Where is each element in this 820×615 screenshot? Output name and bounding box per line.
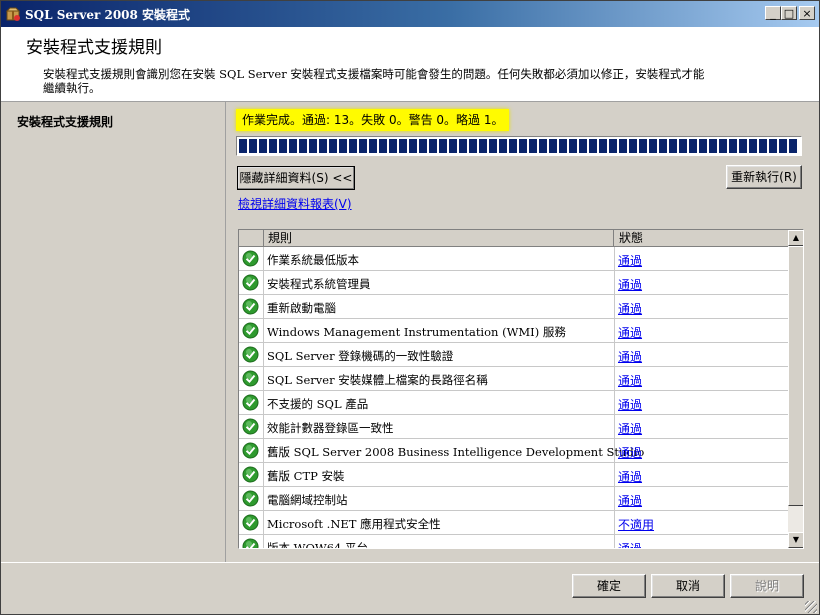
scroll-up-icon[interactable]: ▲ [788, 230, 803, 246]
dialog-footer: 確定 取消 說明 [1, 562, 819, 614]
rule-name: 版本 WOW64 平台 [267, 541, 369, 549]
green-check-icon [242, 394, 259, 411]
rule-name: 舊版 CTP 安裝 [267, 469, 345, 483]
rules-grid: 規則 狀態 作業系統最低版本 通過 安裝程式系統管理員 通過 重新啟動電腦 通過 Windo… [238, 229, 804, 549]
green-check-icon [242, 274, 259, 291]
table-row[interactable]: Microsoft .NET 應用程式安全性 不適用 [239, 511, 788, 535]
page-description: 安裝程式支援規則會識別您在安裝 SQL Server 安裝程式支援檔案時可能會發… [43, 67, 705, 95]
page-header: 安裝程式支援規則 安裝程式支援規則會識別您在安裝 SQL Server 安裝程式… [1, 27, 819, 102]
rule-name: 效能計數器登錄區一致性 [267, 421, 394, 435]
table-row[interactable]: 安裝程式系統管理員 通過 [239, 271, 788, 295]
rerun-button[interactable]: 重新執行(R) [726, 165, 802, 189]
view-detailed-report-link[interactable]: 檢視詳細資料報表(V) [238, 195, 352, 212]
rule-name: 舊版 SQL Server 2008 Business Intelligence… [267, 445, 645, 459]
rule-status-link[interactable]: 通過 [618, 468, 642, 485]
rule-name: Microsoft .NET 應用程式安全性 [267, 517, 441, 531]
green-check-icon [242, 322, 259, 339]
rule-name: SQL Server 登錄機碼的一致性驗證 [267, 349, 454, 363]
green-check-icon [242, 442, 259, 459]
operation-status-text: 作業完成。通過: 13。失敗 0。警告 0。略過 1。 [236, 109, 510, 131]
green-check-icon [242, 514, 259, 531]
help-button[interactable]: 說明 [730, 574, 804, 598]
rule-name: 電腦網域控制站 [267, 493, 348, 507]
setup-window: SQL Server 2008 安裝程式 _ □ × 安裝程式支援規則 安裝程式… [0, 0, 820, 615]
window-title: SQL Server 2008 安裝程式 [25, 8, 191, 22]
rule-status-link[interactable]: 通過 [618, 300, 642, 317]
green-check-icon [242, 346, 259, 363]
rule-status-link[interactable]: 通過 [618, 252, 642, 269]
grid-header: 規則 狀態 [239, 230, 788, 247]
table-row[interactable]: 不支援的 SQL 產品 通過 [239, 391, 788, 415]
table-row[interactable]: 重新啟動電腦 通過 [239, 295, 788, 319]
green-check-icon [242, 490, 259, 507]
table-row[interactable]: 作業系統最低版本 通過 [239, 247, 788, 271]
vertical-scrollbar[interactable]: ▲ ▼ [788, 230, 803, 548]
table-row[interactable]: 電腦網域控制站 通過 [239, 487, 788, 511]
progress-fill [239, 139, 799, 153]
green-check-icon [242, 370, 259, 387]
ok-button[interactable]: 確定 [572, 574, 646, 598]
rule-name: 安裝程式系統管理員 [267, 277, 371, 291]
rule-status-link[interactable]: 通過 [618, 372, 642, 389]
rule-name: 作業系統最低版本 [267, 253, 359, 267]
rule-name: Windows Management Instrumentation (WMI)… [267, 325, 566, 339]
table-row[interactable]: Windows Management Instrumentation (WMI)… [239, 319, 788, 343]
title-bar[interactable]: SQL Server 2008 安裝程式 _ □ × [1, 1, 819, 27]
table-row[interactable]: 版本 WOW64 平台 通過 [239, 535, 788, 549]
table-row[interactable]: SQL Server 登錄機碼的一致性驗證 通過 [239, 343, 788, 367]
green-check-icon [242, 298, 259, 315]
rule-status-link[interactable]: 通過 [618, 540, 642, 548]
green-check-icon [242, 538, 259, 548]
rule-name: 重新啟動電腦 [267, 301, 336, 315]
table-row[interactable]: 舊版 CTP 安裝 通過 [239, 463, 788, 487]
resize-grip-icon[interactable] [805, 601, 817, 613]
rule-status-link[interactable]: 通過 [618, 276, 642, 293]
green-check-icon [242, 250, 259, 267]
close-button[interactable]: × [799, 6, 815, 20]
rule-column-header[interactable]: 規則 [264, 230, 614, 246]
scroll-down-icon[interactable]: ▼ [788, 532, 803, 548]
maximize-button[interactable]: □ [781, 6, 797, 20]
progress-bar [236, 136, 802, 156]
nav-item-setup-support-rules[interactable]: 安裝程式支援規則 [17, 113, 113, 130]
scroll-thumb[interactable] [788, 246, 803, 506]
status-column-header[interactable]: 狀態 [615, 230, 788, 246]
cancel-button[interactable]: 取消 [651, 574, 725, 598]
rule-name: SQL Server 安裝媒體上檔案的長路徑名稱 [267, 373, 488, 387]
navigation-pane: 安裝程式支援規則 [1, 102, 226, 562]
minimize-button[interactable]: _ [765, 6, 781, 20]
grid-rows: 作業系統最低版本 通過 安裝程式系統管理員 通過 重新啟動電腦 通過 Windows Man… [239, 247, 788, 549]
rule-status-link[interactable]: 通過 [618, 396, 642, 413]
rule-status-link[interactable]: 通過 [618, 348, 642, 365]
green-check-icon [242, 418, 259, 435]
page-title: 安裝程式支援規則 [26, 38, 162, 58]
rule-status-link[interactable]: 通過 [618, 420, 642, 437]
rule-status-link[interactable]: 不適用 [618, 516, 654, 533]
table-row[interactable]: SQL Server 安裝媒體上檔案的長路徑名稱 通過 [239, 367, 788, 391]
sql-setup-box-icon [5, 7, 21, 21]
hide-details-button[interactable]: 隱藏詳細資料(S) << [237, 166, 355, 190]
rule-status-link[interactable]: 通過 [618, 324, 642, 341]
table-row[interactable]: 效能計數器登錄區一致性 通過 [239, 415, 788, 439]
icon-column-header [239, 230, 264, 246]
rule-status-link[interactable]: 通過 [618, 492, 642, 509]
green-check-icon [242, 466, 259, 483]
table-row[interactable]: 舊版 SQL Server 2008 Business Intelligence… [239, 439, 788, 463]
content-pane: 作業完成。通過: 13。失敗 0。警告 0。略過 1。 隱藏詳細資料(S) <<… [226, 102, 819, 562]
rule-name: 不支援的 SQL 產品 [267, 397, 369, 411]
rule-status-link[interactable]: 通過 [618, 444, 642, 461]
